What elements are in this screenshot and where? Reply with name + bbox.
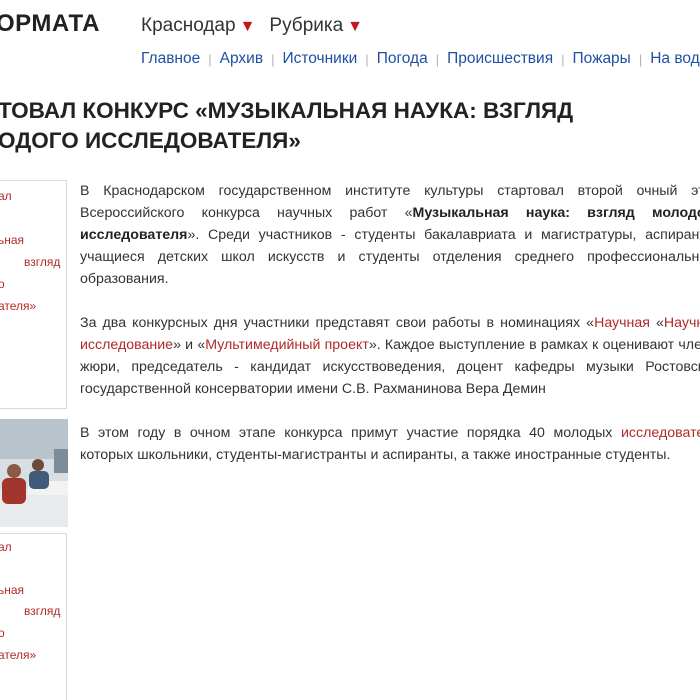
paragraph-text: которых школьники, студенты-магистранты … <box>80 447 671 463</box>
article-title-line: ОДОГО ИССЛЕДОВАТЕЛЯ» <box>0 128 301 153</box>
sidebar-news-card[interactable]: ал ьная взгляд о ателя» <box>0 180 67 409</box>
paragraph-text: » и « <box>173 337 206 353</box>
nav-item-archive[interactable]: Архив <box>220 50 263 68</box>
site-logo[interactable]: ОРМАТА <box>0 10 100 38</box>
researchers-link[interactable]: исследователе <box>621 425 700 441</box>
main-nav: Главное | Архив | Источники | Погода | П… <box>141 50 700 68</box>
nav-item-weather[interactable]: Погода <box>377 50 428 68</box>
region-dropdown[interactable]: Краснодар ▼ <box>141 15 255 37</box>
article-paragraph: В Краснодарском государственном институт… <box>80 180 700 290</box>
sidebar-card-text: ал <box>0 189 12 203</box>
sidebar-card-text: ал <box>0 540 12 554</box>
paragraph-text: « <box>649 315 664 331</box>
caret-down-icon: ▼ <box>347 18 364 35</box>
nav-separator: | <box>561 51 565 67</box>
nav-separator: | <box>435 51 440 67</box>
sidebar-card-text: ьная <box>0 583 25 597</box>
article-paragraph: В этом году в очном этапе конкурса приму… <box>80 422 700 466</box>
nav-separator: | <box>365 51 369 67</box>
article-body: В Краснодарском государственном институт… <box>80 180 700 488</box>
nomination-link[interactable]: Научная <box>594 315 650 331</box>
sidebar-news-card[interactable]: ал ьная взгляд о ателя» <box>0 533 67 700</box>
caret-down-icon: ▼ <box>239 18 256 35</box>
article-paragraph: За два конкурсных дня участники представ… <box>80 312 700 400</box>
rubric-dropdown[interactable]: Рубрика ▼ <box>269 15 363 37</box>
sidebar-card-text: ателя» <box>0 648 37 662</box>
sidebar-photo[interactable] <box>0 419 68 527</box>
nomination-link[interactable]: Мультимедийный проект <box>205 337 369 353</box>
nav-item-incidents[interactable]: Происшествия <box>447 50 553 68</box>
region-dropdown-label: Краснодар <box>141 15 236 36</box>
sidebar-card-text: взгляд <box>24 255 61 269</box>
sidebar-card-text: взгляд <box>24 604 61 618</box>
sidebar-card-text: о <box>0 626 5 640</box>
nav-item-sources[interactable]: Источники <box>282 50 357 68</box>
article-title: ТОВАЛ КОНКУРС «МУЗЫКАЛЬНАЯ НАУКА: ВЗГЛЯД… <box>0 96 700 156</box>
paragraph-text: В этом году в очном этапе конкурса приму… <box>80 425 621 441</box>
nav-item-fires[interactable]: Пожары <box>572 50 630 68</box>
nav-item-main[interactable]: Главное <box>141 50 200 68</box>
rubric-dropdown-label: Рубрика <box>269 15 344 36</box>
sidebar-card-text: ателя» <box>0 299 37 313</box>
sidebar-card-text: ьная <box>0 233 25 247</box>
header-dropdowns: Краснодар ▼ Рубрика ▼ <box>141 15 363 37</box>
nav-separator: | <box>271 51 275 67</box>
paragraph-text: За два конкурсных дня участники представ… <box>80 315 595 331</box>
sidebar-card-text: о <box>0 277 5 291</box>
nav-separator: | <box>208 51 212 67</box>
article-title-line: ТОВАЛ КОНКУРС «МУЗЫКАЛЬНАЯ НАУКА: ВЗГЛЯД <box>0 98 574 123</box>
nav-item-water[interactable]: На вод <box>650 50 700 68</box>
nav-separator: | <box>638 51 643 67</box>
